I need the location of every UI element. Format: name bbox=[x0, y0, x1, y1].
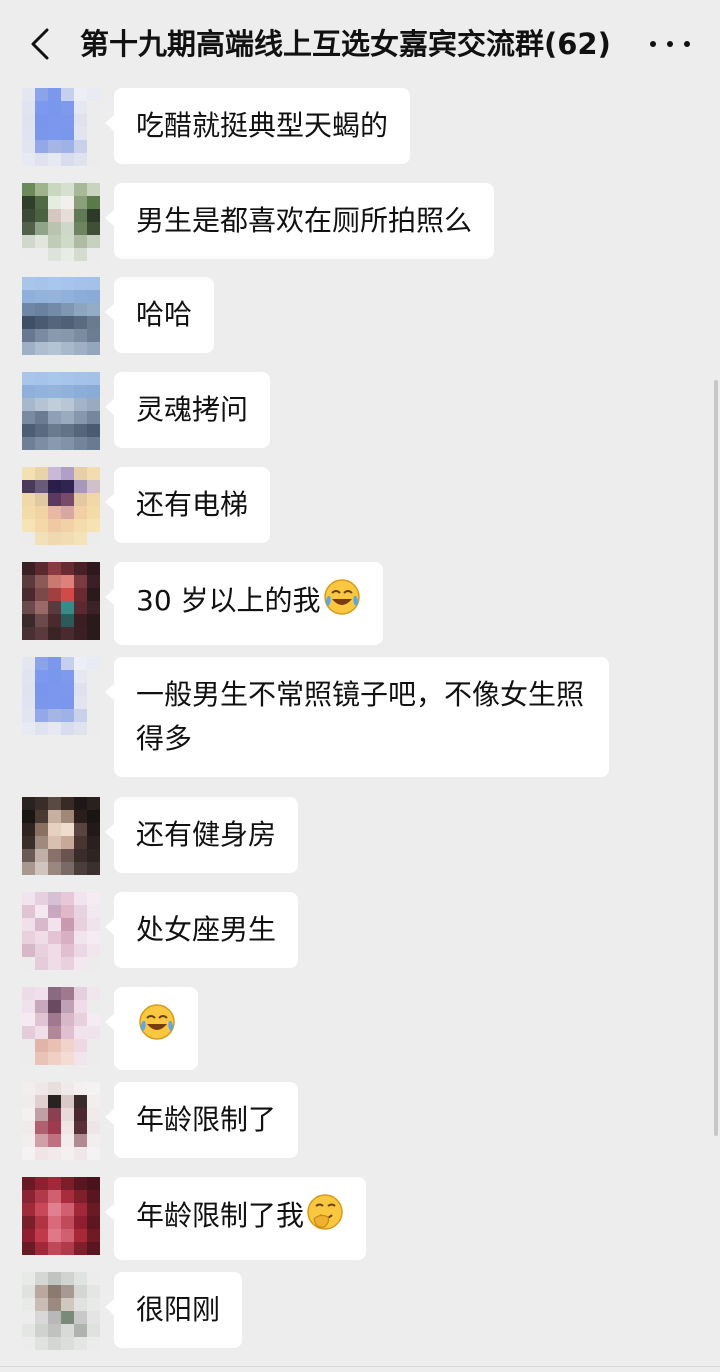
message-bubble[interactable]: 很阳刚 bbox=[104, 1272, 243, 1348]
scrollbar[interactable] bbox=[714, 380, 718, 1136]
avatar[interactable] bbox=[22, 372, 100, 450]
message-bubble[interactable]: 男生是都喜欢在厕所拍照么 bbox=[104, 183, 495, 259]
avatar[interactable] bbox=[22, 657, 100, 735]
message-bubble[interactable]: 年龄限制了 bbox=[104, 1082, 299, 1158]
more-dot-icon bbox=[650, 41, 656, 47]
message-text: 很阳刚 bbox=[136, 1293, 221, 1326]
message-text: 处女座男生 bbox=[136, 913, 277, 946]
avatar[interactable] bbox=[22, 892, 100, 970]
message-bubble[interactable] bbox=[105, 987, 198, 1070]
avatar[interactable] bbox=[22, 277, 100, 355]
message-bubble[interactable]: 年龄限制了我 bbox=[104, 1177, 367, 1260]
message-bubble[interactable]: 处女座男生 bbox=[104, 892, 299, 968]
avatar[interactable] bbox=[22, 987, 100, 1065]
chat-header: 第十九期高端线上互选女嘉宾交流群(62) bbox=[0, 0, 720, 88]
message-text: 一般男生不常照镜子吧，不像女生照得多 bbox=[136, 678, 585, 755]
message-text: 还有健身房 bbox=[136, 818, 277, 851]
message-bubble[interactable]: 30 岁以上的我 bbox=[105, 562, 383, 645]
divider bbox=[0, 1366, 720, 1367]
laugh-cry-emoji bbox=[138, 1003, 176, 1054]
message-text: 年龄限制了我 bbox=[136, 1199, 305, 1232]
avatar[interactable] bbox=[22, 562, 100, 640]
avatar[interactable] bbox=[22, 797, 100, 875]
more-button[interactable] bbox=[650, 34, 690, 54]
avatar[interactable] bbox=[22, 1082, 100, 1160]
message-text: 还有电梯 bbox=[136, 488, 249, 521]
message-bubble[interactable]: 灵魂拷问 bbox=[104, 372, 271, 448]
laugh-cry-emoji bbox=[323, 578, 361, 629]
message-text: 30 岁以上的我 bbox=[136, 584, 321, 617]
message-list[interactable]: 吃醋就挺典型天蝎的 男生是都喜欢在厕所拍照么 哈哈 灵魂拷问 还有电梯 30 岁… bbox=[0, 88, 720, 1372]
avatar[interactable] bbox=[22, 88, 100, 166]
message-bubble[interactable]: 一般男生不常照镜子吧，不像女生照得多 bbox=[105, 657, 609, 777]
message-text: 年龄限制了 bbox=[136, 1103, 277, 1136]
message-text: 灵魂拷问 bbox=[136, 393, 249, 426]
message-bubble[interactable]: 哈哈 bbox=[104, 277, 215, 353]
message-text: 吃醋就挺典型天蝎的 bbox=[136, 109, 389, 142]
avatar[interactable] bbox=[22, 467, 100, 545]
avatar[interactable] bbox=[22, 1177, 100, 1255]
chat-title: 第十九期高端线上互选女嘉宾交流群(62) bbox=[80, 27, 611, 61]
message-text: 哈哈 bbox=[136, 298, 193, 331]
chevron-left-icon bbox=[31, 28, 49, 60]
back-button[interactable] bbox=[20, 22, 60, 66]
thinking-emoji bbox=[306, 1193, 344, 1244]
avatar[interactable] bbox=[22, 183, 100, 261]
more-dot-icon bbox=[667, 41, 673, 47]
message-bubble[interactable]: 还有健身房 bbox=[104, 797, 299, 873]
message-bubble[interactable]: 吃醋就挺典型天蝎的 bbox=[104, 88, 411, 164]
message-text: 男生是都喜欢在厕所拍照么 bbox=[136, 204, 473, 237]
message-bubble[interactable]: 还有电梯 bbox=[104, 467, 271, 543]
more-dot-icon bbox=[684, 41, 690, 47]
avatar[interactable] bbox=[22, 1272, 100, 1350]
